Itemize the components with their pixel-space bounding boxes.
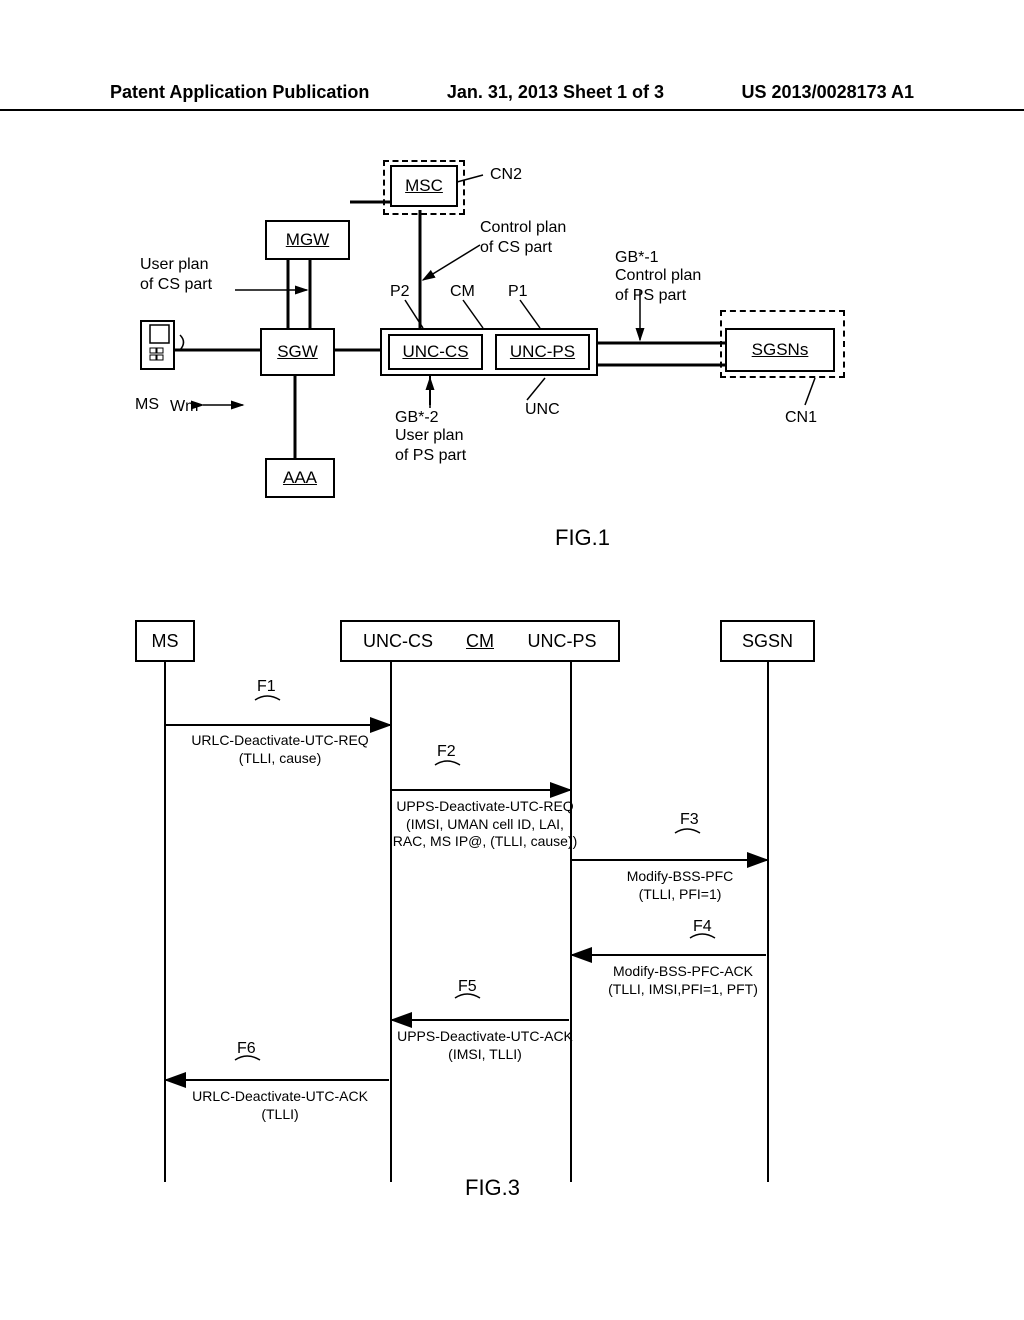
label-cn1: CN1 [785,408,817,428]
node-unc-cs: UNC-CS [388,334,483,370]
label-ms: MS [135,395,159,415]
label-gb2-a: GB*-2 [395,408,439,428]
figure-1: MSC MGW SGW AAA UNC-CS UNC-PS SGSNs CN2 … [85,160,940,590]
msg-f4: Modify-BSS-PFC-ACK (TLLI, IMSI,PFI=1, PF… [583,963,783,998]
label-unc: UNC [525,400,560,420]
msg-f6: URLC-Deactivate-UTC-ACK (TLLI) [180,1088,380,1123]
label-gb1-a: GB*-1 [615,248,659,268]
header-right: US 2013/0028173 A1 [742,82,914,103]
mark-f6: F6 [237,1040,256,1058]
node-aaa: AAA [265,458,335,498]
label-wm: Wm [170,397,198,417]
fig3-caption: FIG.3 [465,1175,520,1201]
label-cn2: CN2 [490,165,522,185]
label-user-cs: User plan of CS part [140,255,212,295]
msg-f5: UPPS-Deactivate-UTC-ACK (IMSI, TLLI) [385,1028,585,1063]
mark-f4: F4 [693,918,712,936]
page-content: MSC MGW SGW AAA UNC-CS UNC-PS SGSNs CN2 … [85,120,940,1270]
header-left: Patent Application Publication [110,82,369,103]
msg-f1: URLC-Deactivate-UTC-REQ (TLLI, cause) [180,732,380,767]
node-unc-ps: UNC-PS [495,334,590,370]
label-gb2-b: User plan of PS part [395,426,466,466]
label-cm: CM [450,282,475,302]
node-mgw: MGW [265,220,350,260]
page-header: Patent Application Publication Jan. 31, … [0,82,1024,111]
mark-f5: F5 [458,978,477,996]
mark-f2: F2 [437,743,456,761]
msg-f2: UPPS-Deactivate-UTC-REQ (IMSI, UMAN cell… [385,798,585,851]
label-p1: P1 [508,282,528,302]
mark-f3: F3 [680,811,699,829]
mark-f1: F1 [257,678,276,696]
header-center: Jan. 31, 2013 Sheet 1 of 3 [447,82,664,103]
node-msc: MSC [390,165,458,207]
figure-3: MS UNC-CS CM UNC-PS SGSN [85,620,940,1220]
fig1-caption: FIG.1 [555,525,610,551]
phone-icon [140,320,175,370]
label-control-cs: Control plan of CS part [480,218,566,258]
node-sgw: SGW [260,328,335,376]
label-gb1-b: Control plan of PS part [615,266,701,306]
node-sgsns: SGSNs [725,328,835,372]
fig3-arrows [85,620,940,1220]
msg-f3: Modify-BSS-PFC (TLLI, PFI=1) [595,868,765,903]
label-p2: P2 [390,282,410,302]
